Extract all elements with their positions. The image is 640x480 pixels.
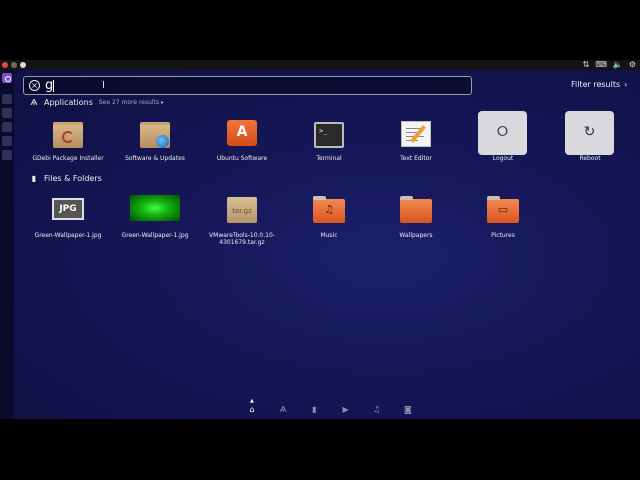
filter-results-button[interactable]: Filter results ›: [571, 80, 627, 89]
file-label: VMwareTools-10.0.10-4301679.tar.gz: [209, 232, 275, 246]
maximize-icon[interactable]: [20, 62, 26, 68]
green-image-thumbnail: [130, 195, 180, 221]
chevron-right-icon: ›: [624, 80, 628, 89]
network-icon[interactable]: ⇅: [583, 60, 590, 70]
files-lens-icon[interactable]: ▮: [302, 405, 326, 414]
text-caret: [53, 80, 54, 92]
logout-icon: ⭘: [478, 111, 527, 155]
launcher-item-icon[interactable]: [2, 108, 12, 118]
launcher: [0, 70, 14, 419]
app-label: Terminal: [316, 155, 342, 162]
package-installer-icon: [53, 122, 83, 148]
terminal-icon: >_: [314, 122, 344, 148]
lens-bar: ⌂ Ѧ ▮ ▶ ♫ ◙: [240, 402, 420, 416]
section-applications: Ѧ Applications See 27 more results ▸: [29, 98, 164, 107]
launcher-item-icon[interactable]: [2, 150, 12, 160]
dash-home-icon[interactable]: [2, 73, 12, 83]
archive-icon: tar.gz: [227, 197, 257, 223]
file-label: Pictures: [491, 232, 515, 239]
photos-lens-icon[interactable]: ◙: [396, 405, 420, 414]
software-updates-icon: [140, 122, 170, 148]
see-more-results-link[interactable]: See 27 more results ▸: [99, 99, 164, 106]
folder-icon: [400, 196, 432, 223]
minimize-icon[interactable]: [11, 62, 17, 68]
file-label: Green-Wallpaper-1.jpg: [34, 232, 102, 239]
top-panel: ⇅ ⌨ 🔈 ⚙: [0, 60, 640, 70]
unity-dash: ⇅ ⌨ 🔈 ⚙ × g I Filter results › Ѧ Applica…: [0, 60, 640, 419]
reboot-icon: ↻: [565, 111, 614, 155]
app-label: Software & Updates: [125, 155, 185, 162]
home-lens-icon[interactable]: ⌂: [240, 405, 264, 414]
gear-icon[interactable]: ⚙: [629, 60, 636, 70]
file-label: Green-Wallpaper-1.jpg: [121, 232, 189, 239]
archive-thumb-text: tar.gz: [232, 207, 252, 215]
close-icon[interactable]: [2, 62, 8, 68]
text-editor-icon: [401, 121, 431, 147]
file-label: Wallpapers: [399, 232, 433, 239]
app-label: Text Editor: [400, 155, 432, 162]
ubuntu-software-icon: A: [227, 120, 257, 146]
see-more-label: See 27 more results: [98, 99, 160, 106]
section-files-folders: ▮ Files & Folders: [29, 174, 102, 183]
app-label: Logout: [492, 155, 514, 162]
keyboard-icon[interactable]: ⌨: [595, 60, 607, 70]
volume-icon[interactable]: 🔈: [613, 60, 623, 70]
section-title: Files & Folders: [44, 174, 102, 183]
video-lens-icon[interactable]: ▶: [334, 405, 358, 414]
app-label: Reboot: [579, 155, 601, 162]
jpg-file-icon: JPG: [52, 198, 84, 220]
applications-lens-icon[interactable]: Ѧ: [271, 405, 295, 414]
search-input[interactable]: × g I: [23, 76, 472, 95]
filter-results-label: Filter results: [571, 80, 621, 89]
clear-search-icon[interactable]: ×: [29, 80, 40, 91]
launcher-item-icon[interactable]: [2, 94, 12, 104]
letterbox-bottom: [0, 419, 640, 480]
launcher-item-icon[interactable]: [2, 136, 12, 146]
jpg-thumb-text: JPG: [59, 204, 77, 214]
letterbox-top: [0, 0, 640, 60]
files-category-icon: ▮: [31, 174, 37, 183]
file-label: Music: [320, 232, 338, 239]
section-title: Applications: [44, 98, 93, 107]
applications-category-icon: Ѧ: [30, 98, 38, 107]
mouse-ibeam-cursor: I: [102, 80, 105, 91]
music-lens-icon[interactable]: ♫: [365, 405, 389, 414]
app-label: GDebi Package Installer: [32, 155, 104, 162]
pictures-folder-icon: ▭: [487, 196, 519, 223]
music-folder-icon: ♫: [313, 196, 345, 223]
launcher-item-icon[interactable]: [2, 122, 12, 132]
indicator-area: ⇅ ⌨ 🔈 ⚙: [583, 60, 636, 70]
app-label: Ubuntu Software: [216, 155, 268, 162]
